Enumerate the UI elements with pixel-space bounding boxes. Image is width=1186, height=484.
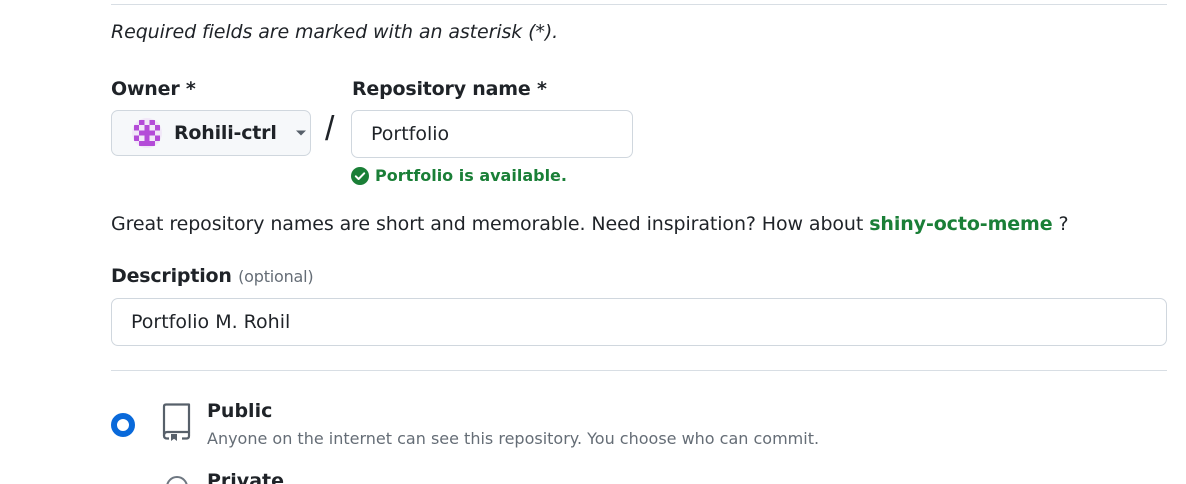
owner-name: Rohili-ctrl <box>174 122 277 144</box>
description-input[interactable] <box>111 298 1167 346</box>
private-radio[interactable] <box>166 476 188 484</box>
new-repository-form: Required fields are marked with an aster… <box>0 0 1186 484</box>
chevron-down-icon <box>295 129 307 137</box>
private-option-title: Private <box>207 470 284 484</box>
owner-dropdown[interactable]: Rohili-ctrl <box>111 110 311 156</box>
repo-icon <box>160 403 192 445</box>
repo-name-label: Repository name * <box>352 78 547 100</box>
public-option-title: Public <box>207 400 273 422</box>
optional-tag: (optional) <box>238 267 314 286</box>
name-inspiration: Great repository names are short and mem… <box>111 213 1069 235</box>
public-option-description: Anyone on the internet can see this repo… <box>207 429 820 448</box>
section-divider <box>111 370 1167 371</box>
availability-text: Portfolio is available. <box>375 166 567 185</box>
public-radio[interactable] <box>111 413 135 437</box>
owner-label: Owner * <box>111 78 196 100</box>
identicon-avatar-icon <box>134 120 160 146</box>
check-circle-icon <box>351 166 369 185</box>
inspiration-prefix: Great repository names are short and mem… <box>111 213 864 235</box>
inspiration-suffix: ? <box>1058 213 1069 235</box>
description-label: Description (optional) <box>111 265 314 287</box>
repository-name-input[interactable] <box>351 110 633 158</box>
owner-repo-separator: / <box>325 110 335 148</box>
owner-avatar <box>132 118 162 148</box>
required-fields-note: Required fields are marked with an aster… <box>111 21 559 43</box>
suggested-name-link[interactable]: shiny-octo-meme <box>869 213 1052 235</box>
description-label-text: Description <box>111 265 232 287</box>
top-divider <box>111 4 1167 5</box>
availability-message: Portfolio is available. <box>351 166 567 185</box>
